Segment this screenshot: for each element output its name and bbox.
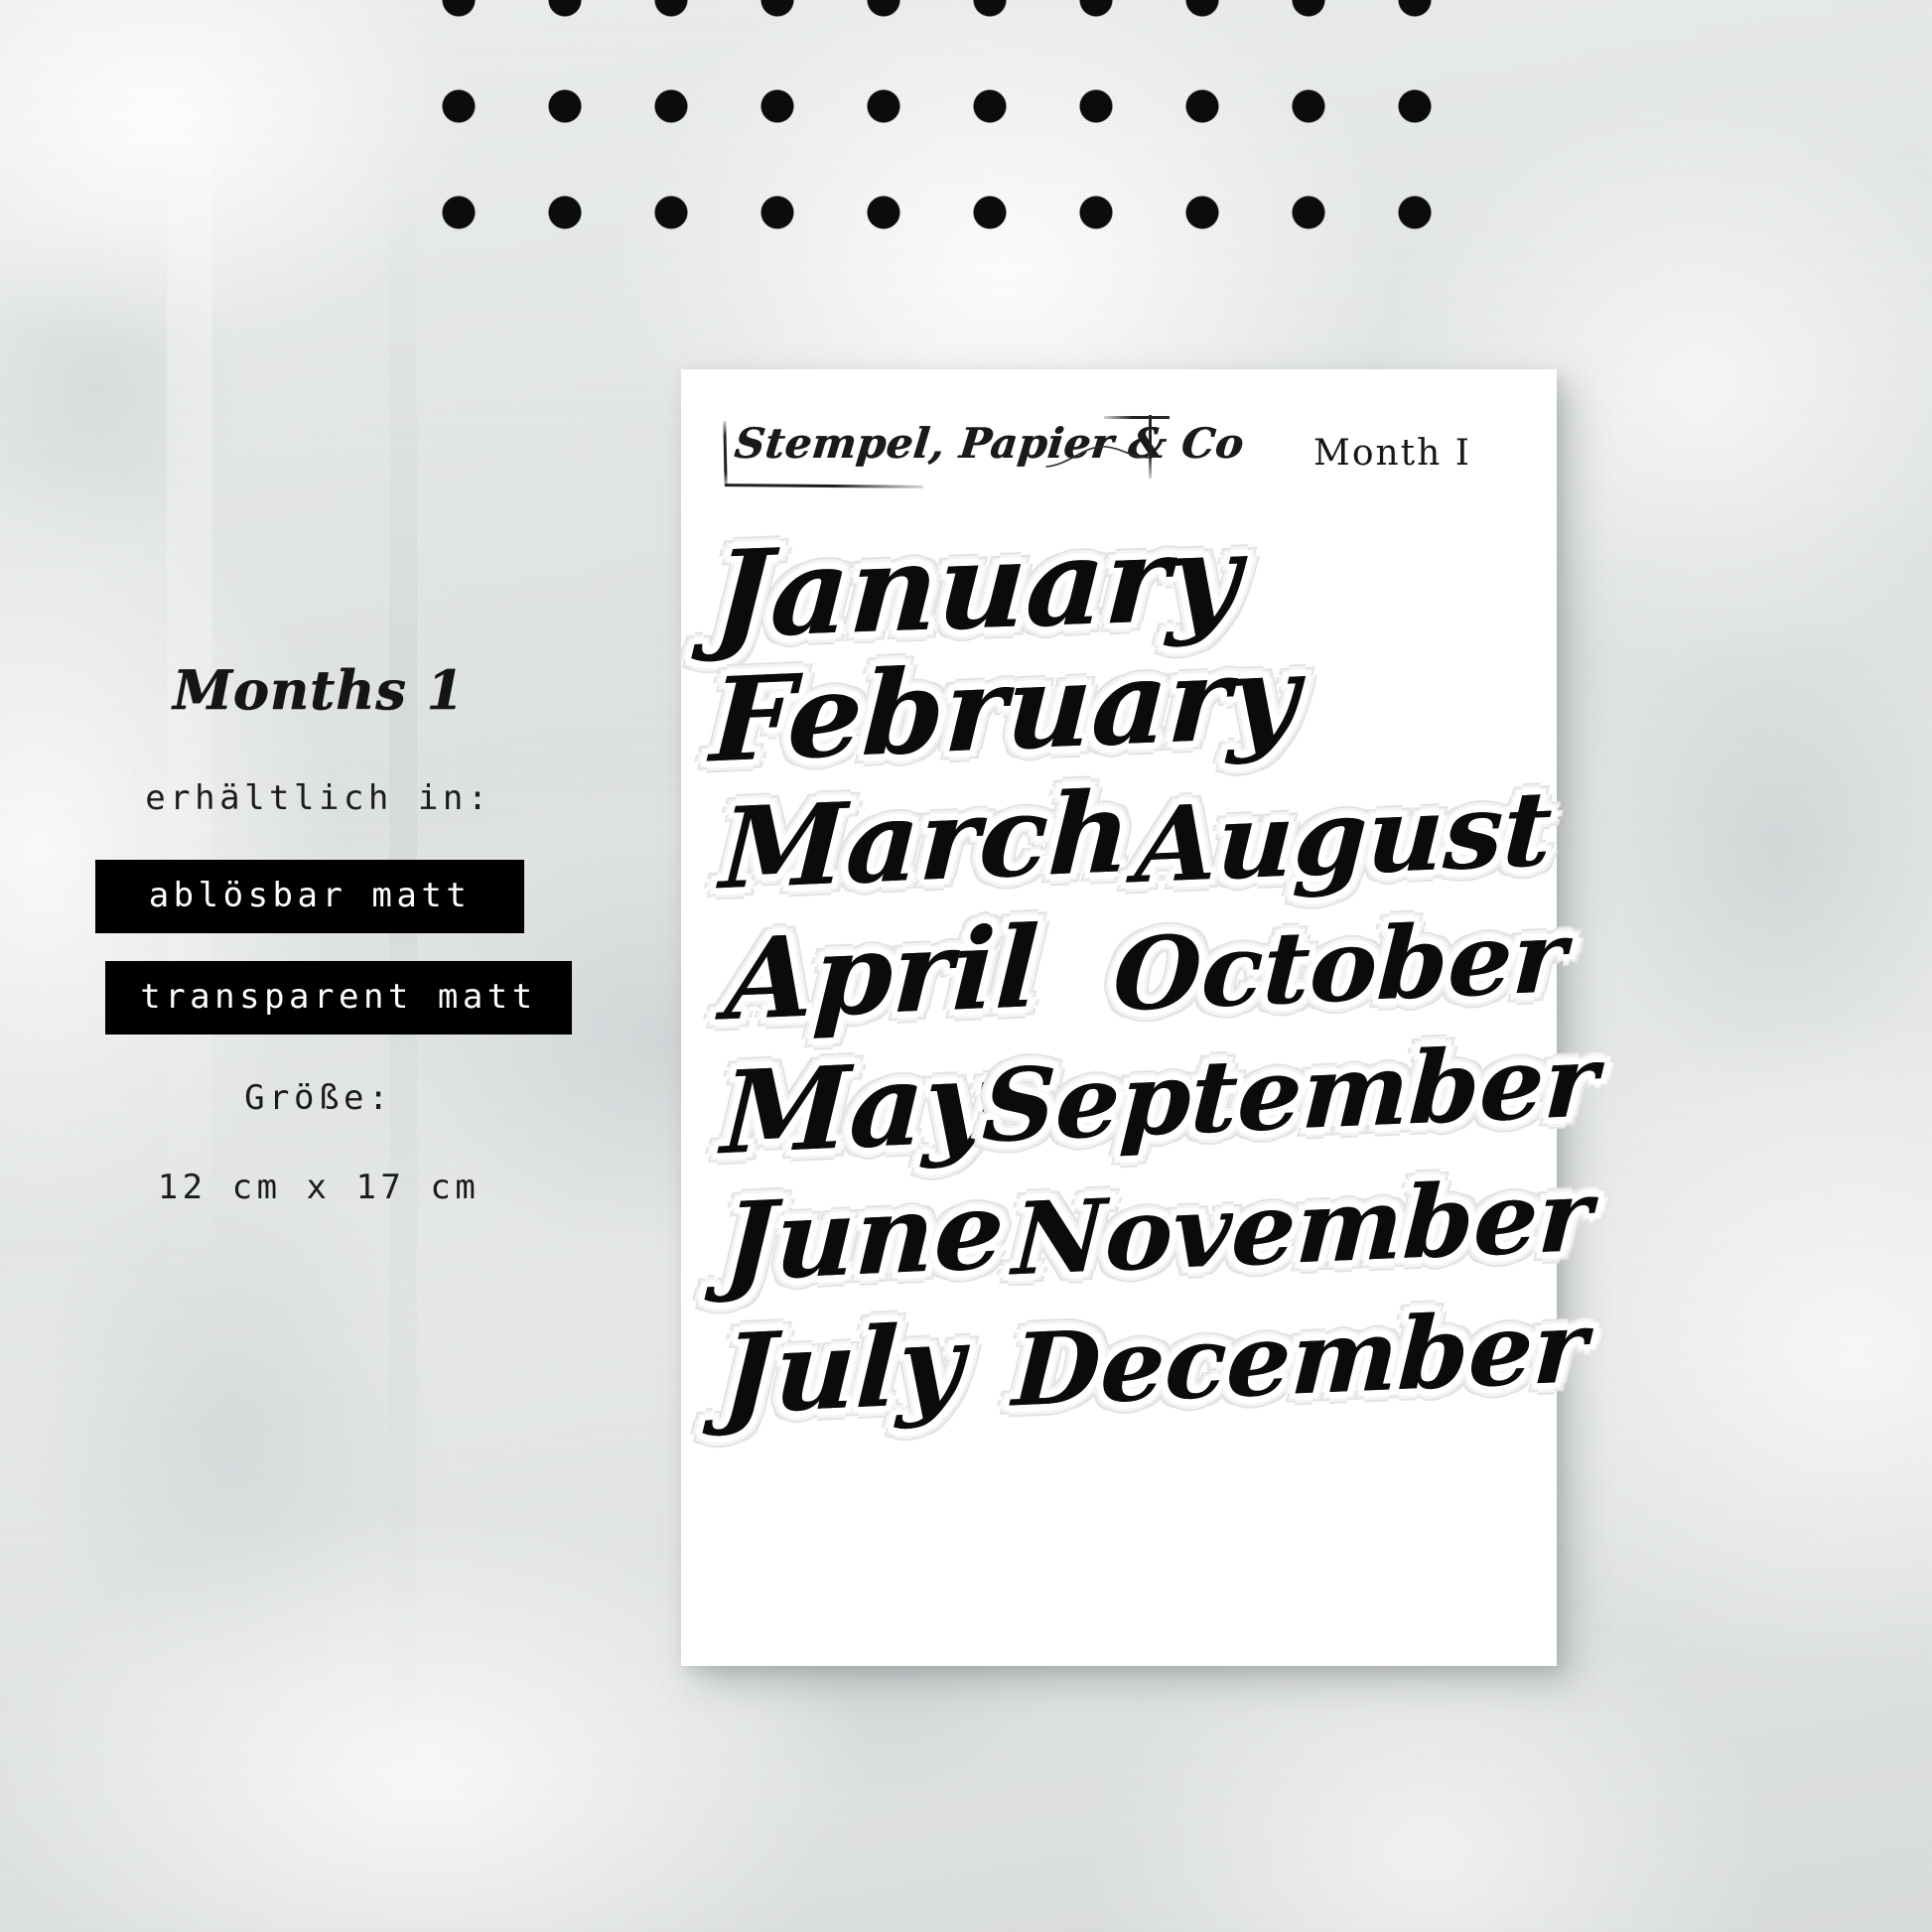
- bracket-bottom-icon: [724, 483, 924, 488]
- sticker-label: March: [717, 766, 1134, 915]
- flourish-swash-icon: [1045, 446, 1157, 468]
- sticker-label: May: [719, 1034, 995, 1180]
- month-sticker-august: August: [1133, 766, 1555, 906]
- month-sticker-april: April: [723, 902, 1041, 1046]
- sheet-set-label: Month I: [1312, 433, 1471, 474]
- size-value: 12 cm x 17 cm: [157, 1168, 481, 1207]
- brand-flourish-icon: [1044, 427, 1173, 483]
- polka-dot-pattern: [440, 0, 1498, 254]
- month-sticker-february: February: [708, 628, 1301, 788]
- month-sticker-july: July: [719, 1299, 966, 1440]
- sticker-label: June: [721, 1168, 1007, 1307]
- product-title: Months 1: [172, 658, 466, 722]
- month-sticker-march: March: [718, 767, 1134, 915]
- sticker-sheet: Stempel, Papier & Co Month I January Febr…: [681, 369, 1600, 1666]
- month-sticker-november: November: [1011, 1157, 1594, 1299]
- sticker-label: August: [1133, 766, 1555, 907]
- sticker-label: February: [708, 628, 1302, 789]
- availability-label: erhältlich in:: [145, 778, 492, 818]
- bracket-right-top-icon: [1104, 416, 1170, 419]
- sheet-header: Stempel, Papier & Co Month I: [681, 413, 1557, 498]
- bracket-left-icon: [723, 420, 728, 487]
- month-sticker-december: December: [1011, 1288, 1589, 1430]
- sticker-label: September: [980, 1022, 1600, 1166]
- sticker-label: October: [1110, 897, 1569, 1035]
- sticker-label: December: [1010, 1287, 1589, 1430]
- bracket-right-vertical-icon: [1149, 415, 1152, 479]
- sticker-label: April: [722, 901, 1042, 1046]
- option-badge-removable-matte: ablösbar matt: [95, 860, 524, 933]
- month-sticker-may: May: [719, 1034, 995, 1180]
- option-badge-transparent-matte: transparent matt: [105, 961, 572, 1035]
- size-label: Größe:: [244, 1078, 393, 1118]
- month-sticker-june: June: [721, 1168, 1007, 1307]
- sticker-label: July: [719, 1299, 966, 1440]
- month-sticker-september: September: [980, 1022, 1600, 1165]
- sticker-label: November: [1010, 1156, 1594, 1299]
- month-sticker-october: October: [1111, 897, 1569, 1034]
- screenshot-canvas: Months 1 erhältlich in: ablösbar matt tr…: [0, 0, 1932, 1932]
- product-info-panel: Months 1 erhältlich in: ablösbar matt tr…: [95, 658, 572, 1207]
- brand-logo: Stempel, Papier & Co: [715, 413, 1246, 498]
